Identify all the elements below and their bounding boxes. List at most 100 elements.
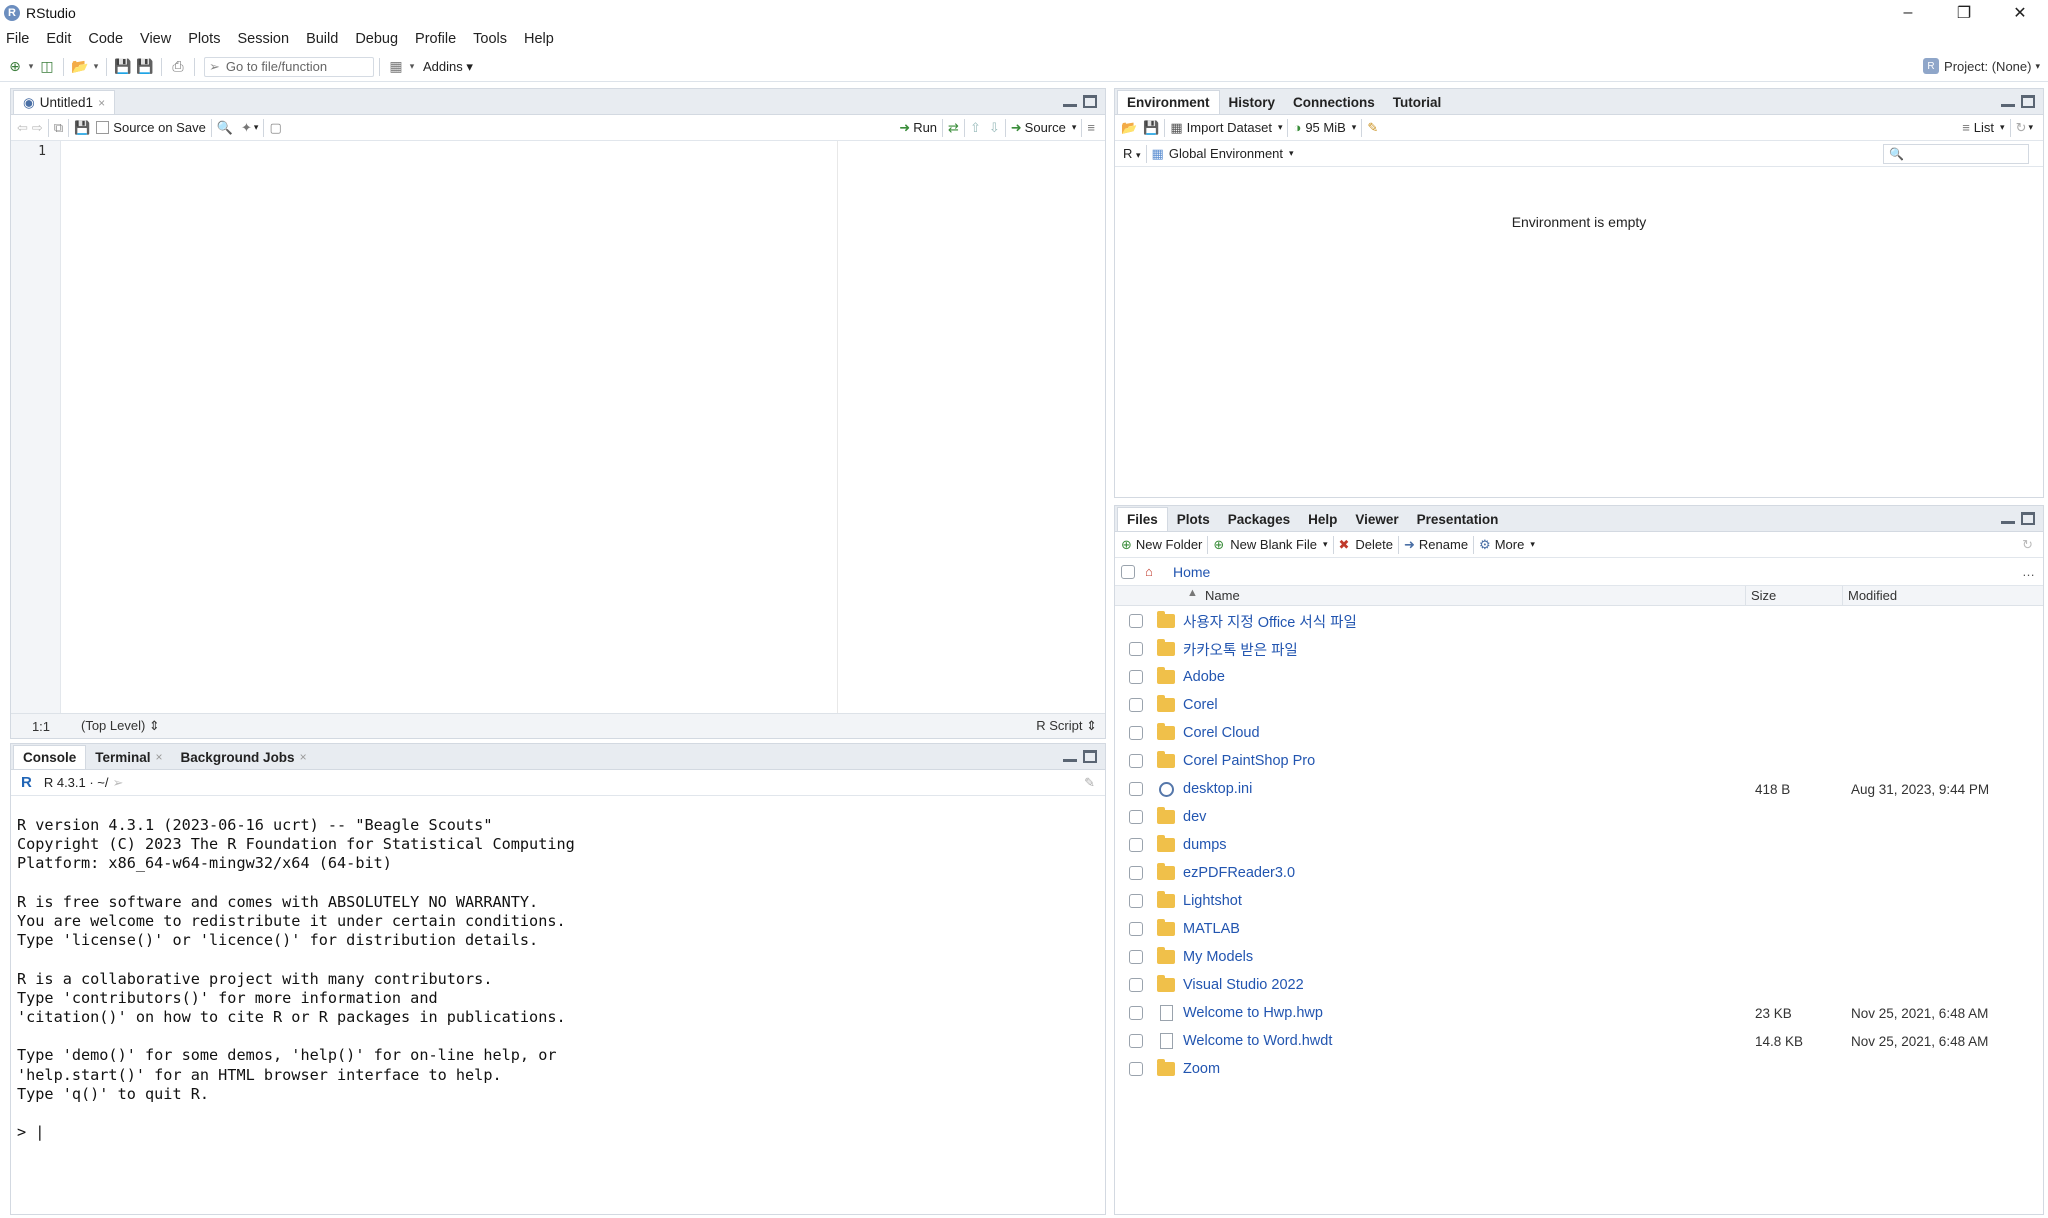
row-checkbox[interactable] (1129, 1006, 1143, 1020)
row-checkbox[interactable] (1129, 614, 1143, 628)
file-name-link[interactable]: Lightshot (1183, 893, 1242, 909)
table-row[interactable]: Welcome to Hwp.hwp 23 KB Nov 25, 2021, 6:4… (1115, 999, 2043, 1027)
save-icon[interactable]: 💾 (74, 120, 90, 136)
search-icon[interactable]: 🔍 (217, 120, 233, 136)
close-button[interactable]: ✕ (1992, 0, 2048, 26)
show-in-window-icon[interactable]: ⧉ (54, 120, 63, 136)
menu-file[interactable]: File (6, 31, 29, 47)
file-name-link[interactable]: dev (1183, 809, 1206, 825)
memory-usage-button[interactable]: ◑ 95 MiB ▾ (1293, 120, 1356, 135)
back-arrow-icon[interactable]: ⇦ (17, 120, 28, 136)
console-output[interactable]: R version 4.3.1 (2023-06-16 ucrt) -- "Be… (17, 816, 575, 1142)
new-project-icon[interactable]: ◫ (36, 56, 58, 78)
minimize-pane-icon[interactable] (1063, 95, 1077, 107)
menu-edit[interactable]: Edit (46, 31, 71, 47)
more-button[interactable]: ⚙ More ▾ (1479, 537, 1535, 553)
file-name-link[interactable]: Welcome to Hwp.hwp (1183, 1005, 1323, 1021)
file-name-link[interactable]: 사용자 지정 Office 서식 파일 (1183, 611, 1357, 632)
language-selector[interactable]: R ▾ (1123, 146, 1141, 161)
table-row[interactable]: Adobe (1115, 663, 2043, 691)
maximize-pane-icon[interactable] (1083, 750, 1097, 763)
minimize-button[interactable]: – (1880, 0, 1936, 26)
minimize-pane-icon[interactable] (2001, 512, 2015, 524)
up-arrow-icon[interactable]: ⇧ (970, 120, 981, 136)
magic-wand-icon[interactable]: ✦ (241, 120, 252, 136)
table-row[interactable]: My Models (1115, 943, 2043, 971)
row-checkbox[interactable] (1129, 1062, 1143, 1076)
chevron-down-icon[interactable]: ▾ (254, 122, 259, 133)
scope-selector[interactable]: (Top Level) ⇕ (81, 718, 160, 734)
open-file-icon[interactable]: 📂 (69, 56, 91, 78)
file-name-link[interactable]: Zoom (1183, 1061, 1220, 1077)
table-row[interactable]: MATLAB (1115, 915, 2043, 943)
table-row[interactable]: Zoom (1115, 1055, 2043, 1083)
close-tab-icon[interactable]: × (98, 96, 105, 110)
scope-selector[interactable]: ▦ Global Environment ▾ (1152, 146, 1294, 162)
maximize-pane-icon[interactable] (2021, 95, 2035, 108)
breadcrumb-home[interactable]: Home (1173, 564, 1210, 580)
table-row[interactable]: Visual Studio 2022 (1115, 971, 2043, 999)
new-folder-button[interactable]: ⊕ New Folder (1121, 537, 1202, 553)
menu-view[interactable]: View (140, 31, 171, 47)
sort-asc-icon[interactable]: ▲ (1187, 587, 1198, 599)
goto-file-input[interactable]: ➢ Go to file/function (204, 56, 374, 77)
row-checkbox[interactable] (1129, 838, 1143, 852)
code-editor[interactable] (62, 141, 1105, 713)
more-dots-icon[interactable]: … (2022, 564, 2035, 579)
row-checkbox[interactable] (1129, 810, 1143, 824)
broom-icon[interactable]: ✎ (1367, 120, 1378, 136)
table-row[interactable]: Lightshot (1115, 887, 2043, 915)
row-checkbox[interactable] (1129, 978, 1143, 992)
source-button[interactable]: ➜ Source ▾ (1011, 120, 1077, 136)
menu-tools[interactable]: Tools (473, 31, 507, 47)
source-on-save-checkbox[interactable] (96, 121, 110, 134)
select-all-checkbox[interactable] (1121, 564, 1135, 579)
row-checkbox[interactable] (1129, 726, 1143, 740)
print-icon[interactable]: ⎙ (167, 56, 189, 78)
menu-build[interactable]: Build (306, 31, 338, 47)
save-all-icon[interactable]: 💾 (134, 56, 156, 78)
chevron-down-icon[interactable]: ▾ (407, 56, 417, 78)
table-row[interactable]: 카카오톡 받은 파일 (1115, 635, 2043, 663)
column-modified[interactable]: Modified (1848, 588, 1897, 603)
maximize-pane-icon[interactable] (1083, 95, 1097, 108)
minimize-pane-icon[interactable] (2001, 95, 2015, 107)
chevron-down-icon[interactable]: ▾ (26, 56, 36, 78)
tab-untitled1[interactable]: ◉ Untitled1 × (13, 90, 116, 114)
project-menu[interactable]: R Project: (None) ▾ (1923, 58, 2040, 74)
row-checkbox[interactable] (1129, 894, 1143, 908)
tab-tutorial[interactable]: Tutorial (1384, 90, 1451, 114)
chevron-down-icon[interactable]: ▾ (2028, 122, 2033, 133)
menu-plots[interactable]: Plots (188, 31, 220, 47)
addins-menu[interactable]: Addins ▾ (423, 59, 473, 75)
new-file-icon[interactable]: ⊕ (4, 56, 26, 78)
file-name-link[interactable]: Corel PaintShop Pro (1183, 753, 1315, 769)
row-checkbox[interactable] (1129, 782, 1143, 796)
row-checkbox[interactable] (1129, 922, 1143, 936)
save-icon[interactable]: 💾 (112, 56, 134, 78)
file-name-link[interactable]: ezPDFReader3.0 (1183, 865, 1295, 881)
row-checkbox[interactable] (1129, 950, 1143, 964)
tab-packages[interactable]: Packages (1219, 507, 1299, 531)
tab-plots[interactable]: Plots (1168, 507, 1219, 531)
tab-background-jobs[interactable]: Background Jobs × (172, 745, 316, 769)
row-checkbox[interactable] (1129, 698, 1143, 712)
row-checkbox[interactable] (1129, 670, 1143, 684)
file-name-link[interactable]: dumps (1183, 837, 1227, 853)
clear-console-icon[interactable]: ✎ (1084, 775, 1095, 791)
column-size[interactable]: Size (1751, 588, 1776, 603)
table-row[interactable]: Welcome to Word.hwdt 14.8 KB Nov 25, 2021,… (1115, 1027, 2043, 1055)
file-name-link[interactable]: Welcome to Word.hwdt (1183, 1033, 1332, 1049)
minimize-pane-icon[interactable] (1063, 750, 1077, 762)
table-row[interactable]: Corel Cloud (1115, 719, 2043, 747)
menu-code[interactable]: Code (88, 31, 123, 47)
refresh-icon[interactable]: ↻ (2016, 120, 2027, 136)
environment-search-input[interactable]: 🔍 (1883, 143, 2029, 164)
column-name[interactable]: Name (1205, 588, 1240, 603)
tab-connections[interactable]: Connections (1284, 90, 1384, 114)
tab-help[interactable]: Help (1299, 507, 1346, 531)
maximize-pane-icon[interactable] (2021, 512, 2035, 525)
grid-layout-icon[interactable]: ▦ (385, 56, 407, 78)
tab-environment[interactable]: Environment (1117, 90, 1220, 114)
table-row[interactable]: desktop.ini 418 B Aug 31, 2023, 9:44 PM (1115, 775, 2043, 803)
